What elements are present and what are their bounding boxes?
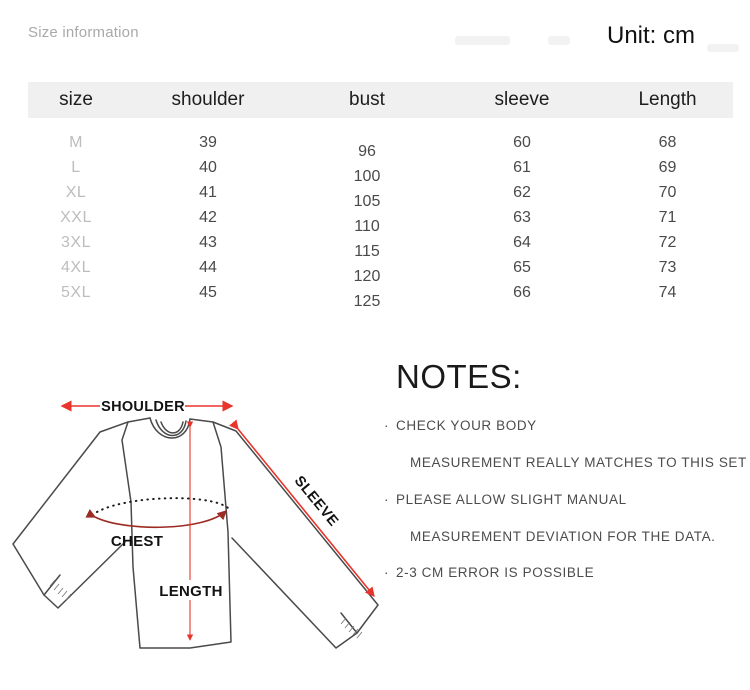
cell-length: 68	[658, 134, 677, 151]
length-label: LENGTH	[159, 583, 222, 600]
table-header-row: size shoulder bust sleeve Length	[28, 82, 733, 118]
chest-label: CHEST	[111, 533, 163, 550]
unit-label: Unit: cm	[606, 22, 695, 49]
size-table: size shoulder bust sleeve Length M 39 96…	[28, 82, 733, 310]
garment-measurement-diagram: SHOULDER SLEEVE CHEST LENGTH	[0, 352, 400, 690]
cell-bust: 115	[354, 243, 380, 260]
note-line: MEASUREMENT DEVIATION FOR THE DATA.	[410, 528, 716, 544]
table-row: M 39 96 60 68	[28, 134, 733, 160]
cell-shoulder: 39	[199, 134, 217, 151]
cell-size: L	[71, 159, 81, 176]
column-header-sleeve: sleeve	[494, 89, 550, 110]
chest-ellipse-dotted	[91, 497, 229, 516]
cell-bust: 110	[354, 218, 380, 235]
cell-bust: 105	[353, 193, 381, 210]
cell-sleeve: 60	[513, 134, 531, 151]
cell-sleeve: 61	[513, 159, 531, 176]
sleeve-label: SLEEVE	[291, 473, 342, 530]
cell-shoulder: 44	[199, 259, 217, 276]
cell-bust: 100	[353, 168, 381, 185]
note-line: PLEASE ALLOW SLIGHT MANUAL	[396, 492, 750, 508]
cell-sleeve: 62	[513, 184, 531, 201]
column-header-bust: bust	[349, 89, 385, 110]
note-item: CHECK YOUR BODY MEASUREMENT REALLY MATCH…	[396, 418, 750, 471]
cell-shoulder: 43	[199, 234, 217, 251]
cell-length: 71	[658, 209, 677, 226]
chest-measure-arrow	[85, 508, 227, 528]
cell-shoulder: 40	[199, 159, 217, 176]
cell-size: M	[69, 134, 83, 151]
cell-length: 74	[658, 284, 677, 301]
watermark-mark	[548, 36, 570, 45]
cell-sleeve: 66	[513, 284, 531, 301]
cell-size: XXL	[60, 209, 92, 226]
table-row: XXL 42 110 63 71	[28, 209, 733, 235]
cell-shoulder: 45	[199, 284, 217, 301]
sleeve-measure-arrow	[229, 419, 375, 597]
watermark-mark	[455, 36, 510, 45]
cell-sleeve: 64	[513, 234, 531, 251]
cell-size: 3XL	[61, 234, 91, 251]
note-item: 2-3 CM ERROR IS POSSIBLE	[396, 566, 750, 581]
cell-bust: 96	[358, 143, 376, 160]
note-item: PLEASE ALLOW SLIGHT MANUAL MEASUREMENT D…	[396, 492, 750, 545]
note-line: CHECK YOUR BODY	[396, 418, 750, 434]
watermark-mark	[707, 44, 739, 52]
cell-size: 4XL	[61, 259, 91, 276]
cell-length: 72	[658, 234, 677, 251]
size-information-label: Size information	[28, 24, 139, 41]
shoulder-label: SHOULDER	[101, 399, 185, 415]
cell-sleeve: 63	[513, 209, 531, 226]
notes-title: NOTES:	[396, 358, 522, 395]
cell-bust: 125	[353, 293, 381, 310]
table-row: 4XL 44 120 65 73	[28, 259, 733, 285]
note-line: 2-3 CM ERROR IS POSSIBLE	[396, 566, 750, 581]
column-header-size: size	[59, 89, 93, 110]
cell-sleeve: 65	[513, 259, 531, 276]
cell-shoulder: 41	[199, 184, 217, 201]
notes-section: NOTES: CHECK YOUR BODY MEASUREMENT REALL…	[396, 360, 750, 581]
table-body: M 39 96 60 68 L 40 100 61 69 XL 41 105 6…	[28, 118, 733, 310]
cell-length: 69	[658, 159, 677, 176]
table-row: 3XL 43 115 64 72	[28, 234, 733, 260]
cell-size: XL	[65, 184, 87, 201]
cell-size: 5XL	[61, 284, 91, 301]
column-header-length: Length	[638, 89, 697, 110]
table-row: L 40 100 61 69	[28, 159, 733, 185]
cell-bust: 120	[353, 268, 381, 285]
cell-length: 73	[658, 259, 677, 276]
note-line: MEASUREMENT REALLY MATCHES TO THIS SET	[410, 454, 747, 470]
table-row: 5XL 45 125 66 74	[28, 284, 733, 310]
cell-shoulder: 42	[199, 209, 217, 226]
column-header-shoulder: shoulder	[171, 89, 245, 110]
table-row: XL 41 105 62 70	[28, 184, 733, 210]
cell-length: 70	[658, 184, 677, 201]
